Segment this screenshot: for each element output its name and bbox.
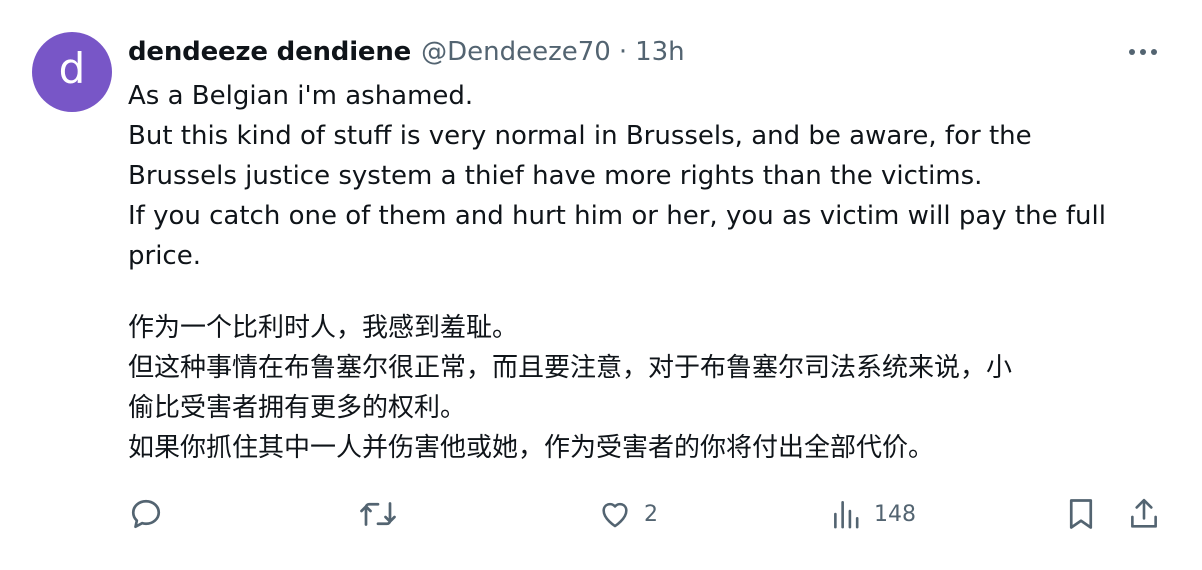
bookmark-icon	[1069, 499, 1093, 529]
tweet-translation-line: 作为一个比利时人，我感到羞耻。	[128, 313, 519, 343]
reply-icon	[131, 499, 161, 529]
avatar[interactable]: d	[32, 32, 112, 112]
views-chart-icon	[834, 501, 859, 529]
tweet-text-line: price.	[128, 241, 201, 271]
more-dots-icon	[1129, 49, 1157, 55]
tweet-text-line: But this kind of stuff is very normal in…	[128, 121, 1032, 151]
tweet-text-line: If you catch one of them and hurt him or…	[128, 201, 1106, 231]
tweet-text-line: Brussels justice system a thief have mor…	[128, 161, 983, 191]
retweet-button[interactable]	[358, 492, 398, 536]
bookmark-button[interactable]	[1066, 492, 1096, 536]
tweet-timestamp[interactable]: 13h	[635, 37, 685, 67]
views-count: 148	[874, 501, 916, 527]
avatar-letter: d	[58, 44, 86, 93]
share-icon	[1131, 498, 1157, 528]
more-options-button[interactable]	[1126, 40, 1160, 64]
views-button[interactable]: 148	[832, 492, 916, 536]
tweet-translation-line: 偷比受害者拥有更多的权利。	[128, 393, 467, 423]
share-button[interactable]	[1128, 492, 1160, 536]
like-count: 2	[644, 501, 658, 527]
retweet-icon	[360, 502, 396, 526]
tweet-translation-line: 如果你抓住其中一人并伤害他或她，作为受害者的你将付出全部代价。	[128, 433, 935, 463]
tweet-actions: 2 148	[128, 492, 1168, 536]
author-handle[interactable]: @Dendeeze70	[421, 37, 611, 67]
tweet-text-line: As a Belgian i'm ashamed.	[128, 81, 474, 111]
tweet-text: As a Belgian i'm ashamed. But this kind …	[128, 76, 1168, 468]
tweet-translation-line: 但这种事情在布鲁塞尔很正常，而且要注意，对于布鲁塞尔司法系统来说，小	[128, 353, 1013, 383]
like-button[interactable]: 2	[598, 492, 658, 536]
tweet-header: dendeeze dendiene @Dendeeze70 · 13h	[128, 32, 685, 72]
reply-button[interactable]	[128, 492, 164, 536]
tweet-card: d dendeeze dendiene @Dendeeze70 · 13h As…	[0, 0, 1202, 570]
heart-icon	[602, 502, 628, 528]
author-display-name[interactable]: dendeeze dendiene	[128, 37, 411, 67]
header-separator: ·	[618, 37, 628, 67]
